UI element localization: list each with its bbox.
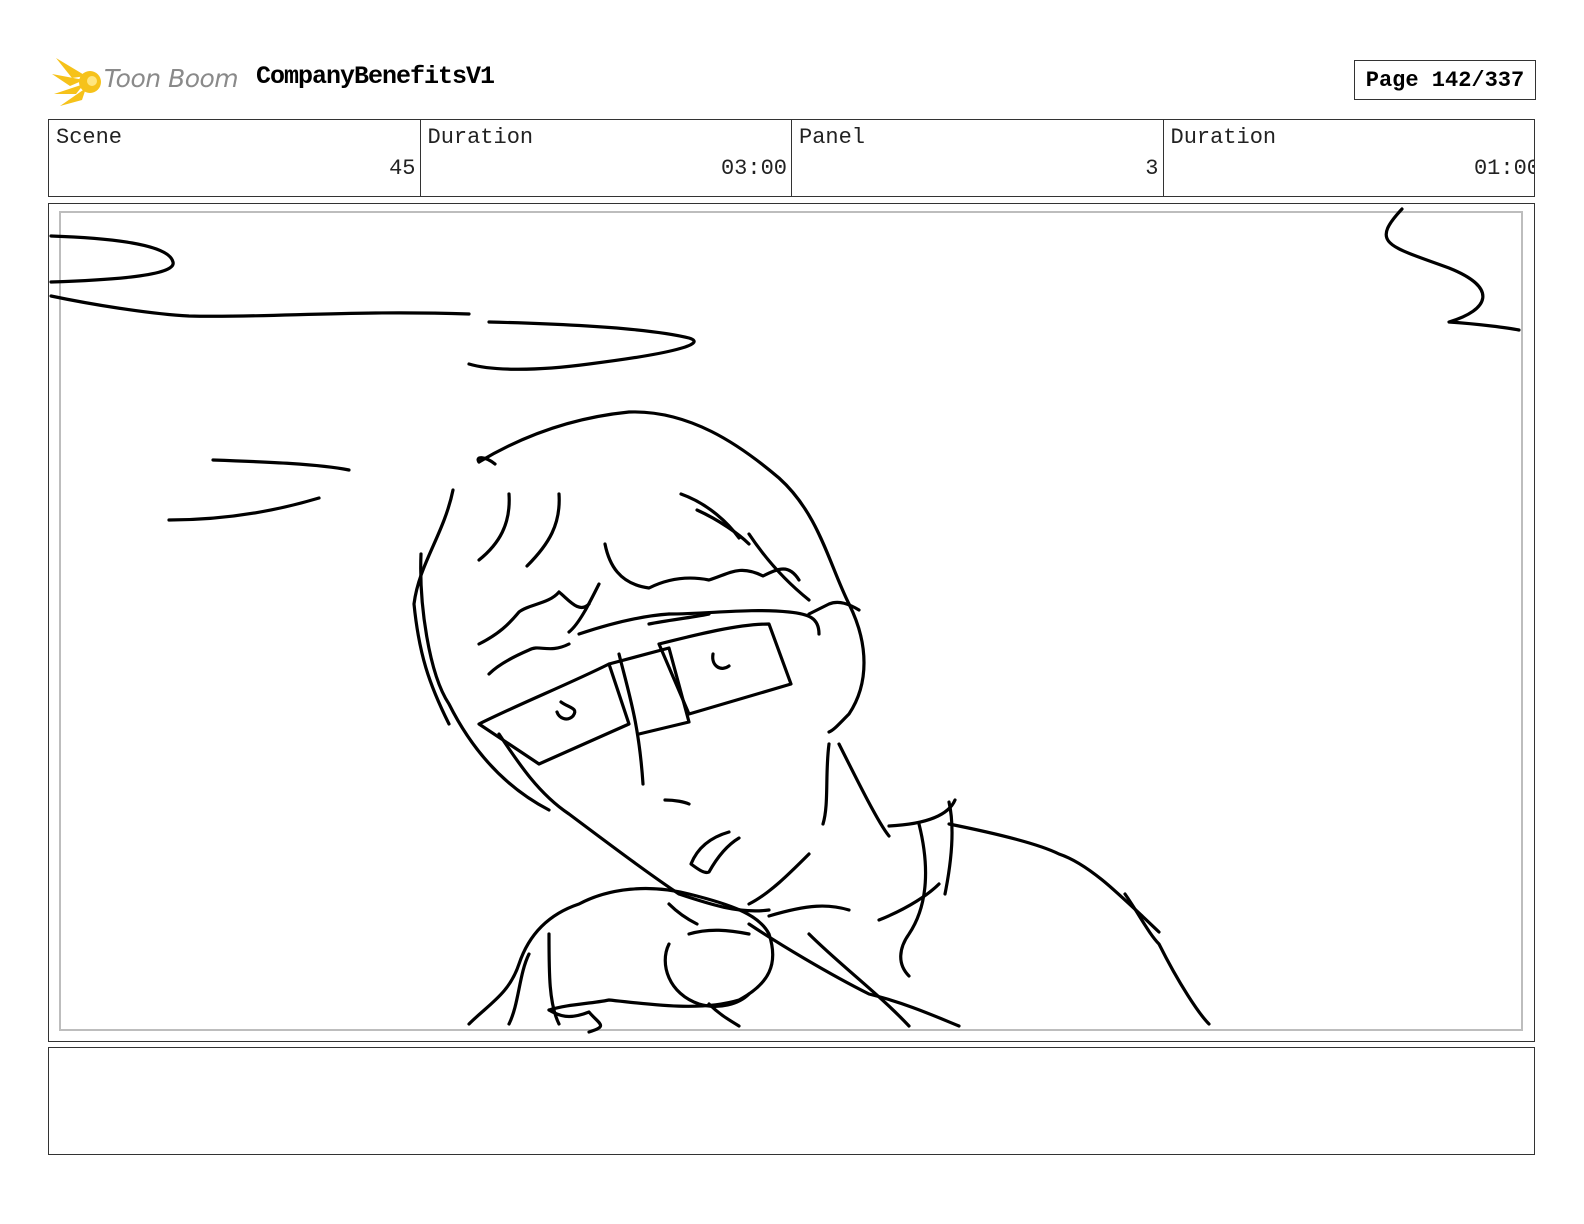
scene-duration-label: Duration [427,125,534,150]
panel-label: Panel [799,125,866,150]
scene-duration-cell: Duration 03:00 [421,120,792,196]
logo-wordmark: Toon Boom [104,64,239,93]
page-indicator: Page 142/337 [1354,60,1536,100]
panel-duration-cell: Duration 01:00 [1164,120,1535,196]
scene-label: Scene [56,125,123,150]
panel-duration-label: Duration [1170,125,1277,150]
scene-duration-value: 03:00 [720,156,787,181]
scene-value: 45 [389,156,416,181]
storyboard-panel [48,203,1535,1042]
panel-notes-box[interactable] [48,1047,1535,1155]
character-sketch-drawing [49,207,1521,1034]
panel-cell: Panel 3 [792,120,1164,196]
panel-value: 3 [1145,156,1159,181]
scene-cell: Scene 45 [49,120,421,196]
project-title: CompanyBenefitsV1 [256,62,495,91]
panel-duration-value: 01:00 [1473,156,1534,181]
scene-info-table: Scene 45 Duration 03:00 Panel 3 Duration… [48,119,1535,197]
